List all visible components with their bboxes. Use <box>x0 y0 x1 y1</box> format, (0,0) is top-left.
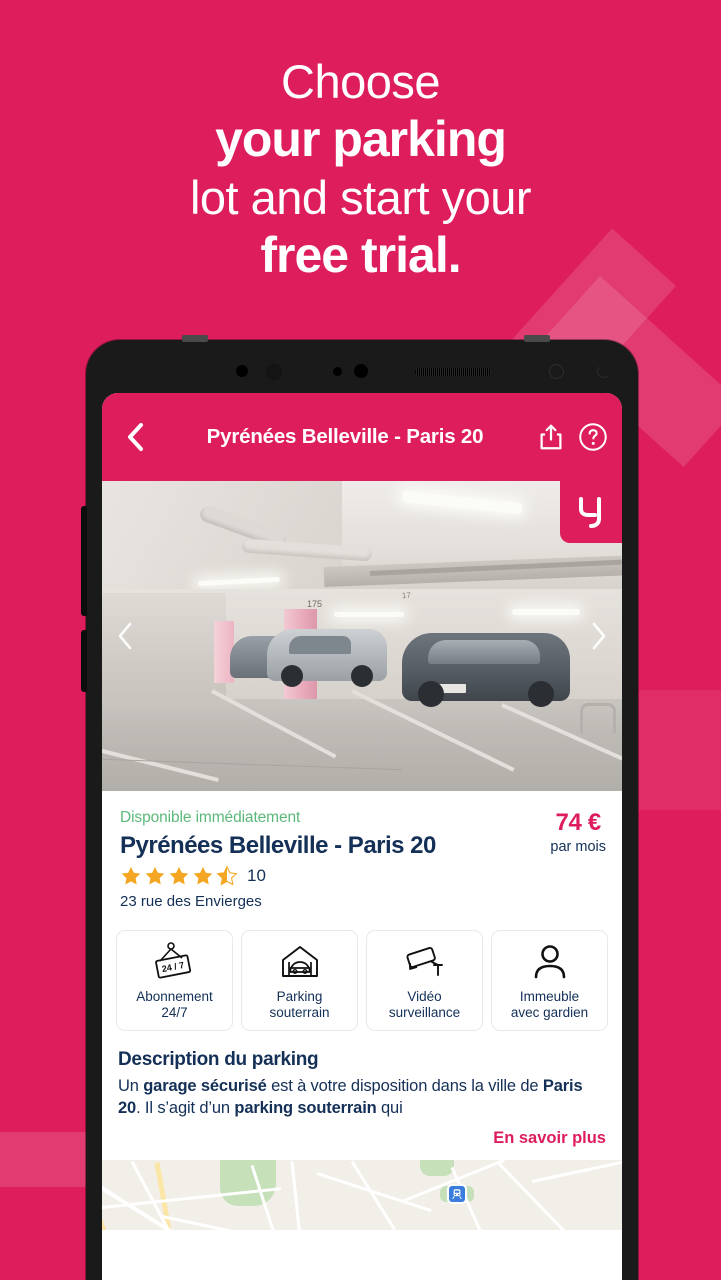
sensor-icon <box>266 364 282 380</box>
feature-label: Vidéo surveillance <box>389 989 460 1021</box>
app-bar: Pyrénées Belleville - Paris 20 <box>102 393 622 481</box>
star-full-icon <box>121 866 141 885</box>
feature-label: Parking souterrain <box>269 989 329 1021</box>
star-full-icon <box>145 866 165 885</box>
feature-label-line2: 24/7 <box>161 1004 188 1020</box>
listing-address: 23 rue des Envierges <box>120 893 262 910</box>
front-camera-icon <box>236 365 248 377</box>
read-more-link[interactable]: En savoir plus <box>102 1119 622 1148</box>
headline-line-3: lot and start your <box>189 170 532 224</box>
star-half-icon <box>216 865 238 886</box>
description-text: Un garage sécurisé est à votre dispositi… <box>118 1075 606 1119</box>
feature-card-cctv[interactable]: Vidéo surveillance <box>366 930 483 1031</box>
headline-line-4: free trial. <box>260 227 461 284</box>
feature-label-line2: surveillance <box>388 1004 461 1020</box>
feature-list: 24 / 7 Abonnement 24/7 Parking souterrai… <box>102 914 622 1031</box>
feature-label: Immeuble avec gardien <box>511 989 588 1021</box>
share-icon[interactable] <box>536 422 566 452</box>
photo-carousel[interactable]: 175 17 <box>102 481 622 791</box>
feature-label-line1: Vidéo <box>407 989 442 1004</box>
price-block: 74 € par mois <box>550 809 606 855</box>
description-fragment: qui <box>376 1098 403 1117</box>
page-title: Pyrénées Belleville - Paris 20 <box>206 425 484 448</box>
location-map[interactable] <box>102 1160 622 1231</box>
description-bold-type: parking souterrain <box>234 1098 377 1117</box>
metro-station-icon[interactable] <box>447 1184 467 1205</box>
phone-mockup: Pyrénées Belleville - Paris 20 175 17 Di… <box>81 335 638 1280</box>
listing-title: Pyrénées Belleville - Paris 20 <box>120 832 436 859</box>
garage-photo: 175 17 <box>102 481 622 791</box>
background-band-left <box>0 1132 96 1187</box>
promo-screenshot: Choose your parking lot and start your f… <box>0 0 721 1280</box>
review-count: 10 <box>247 866 266 885</box>
rating: 10 <box>120 865 604 887</box>
phone-top-bezel <box>86 340 638 393</box>
map-park-area <box>420 1160 454 1177</box>
train-glyph-icon <box>452 1189 462 1200</box>
parked-car <box>267 629 387 687</box>
chevron-left-icon <box>118 622 132 650</box>
notification-led-icon <box>597 365 610 378</box>
feature-label: Abonnement 24/7 <box>136 989 213 1021</box>
pillar-number: 175 <box>307 599 323 609</box>
feature-label-line1: Abonnement <box>136 989 213 1004</box>
light-sensor-icon <box>354 364 368 378</box>
back-button[interactable] <box>116 415 154 459</box>
feature-label-line2: avec gardien <box>510 1004 589 1020</box>
carousel-next-button[interactable] <box>582 616 616 656</box>
svg-text:24 / 7: 24 / 7 <box>160 960 184 974</box>
availability-status: Disponible immédiatement <box>120 809 301 826</box>
description-fragment: . Il s’agit d’un <box>136 1098 235 1117</box>
description-bold-garage: garage sécurisé <box>143 1076 267 1095</box>
earpiece-speaker <box>415 368 491 376</box>
led-indicator-icon <box>549 364 564 379</box>
feature-label-line2: souterrain <box>269 1004 330 1020</box>
listing-info: Disponible immédiatement Pyrénées Bellev… <box>102 791 622 914</box>
background-band-right <box>639 690 721 810</box>
phone-power-button[interactable] <box>81 630 87 692</box>
chevron-right-icon <box>592 622 606 650</box>
feature-label-line1: Immeuble <box>519 989 580 1004</box>
app-bar-actions <box>536 422 608 452</box>
cctv-camera-icon <box>402 941 448 983</box>
feature-card-caretaker[interactable]: Immeuble avec gardien <box>491 930 608 1031</box>
chevron-left-icon <box>128 423 143 451</box>
promo-headline: Choose your parking lot and start your f… <box>0 55 721 284</box>
sign-24-7-icon: 24 / 7 <box>152 941 198 983</box>
price-period: par mois <box>550 839 606 855</box>
garage-icon <box>278 941 322 983</box>
description-heading: Description du parking <box>118 1048 319 1070</box>
parked-car <box>402 633 570 707</box>
feature-label-line1: Parking <box>276 989 323 1004</box>
headline-line-2: your parking <box>215 111 507 168</box>
phone-volume-button[interactable] <box>81 506 87 616</box>
star-full-icon <box>193 866 213 885</box>
feature-card-subscription[interactable]: 24 / 7 Abonnement 24/7 <box>116 930 233 1031</box>
map-park-area <box>220 1160 276 1207</box>
person-icon <box>530 941 570 983</box>
yespark-logo-icon <box>579 497 601 528</box>
description-fragment: est à votre disposition dans la ville de <box>266 1076 543 1095</box>
pillar-number-side: 17 <box>401 590 412 601</box>
help-icon[interactable] <box>578 422 608 452</box>
proximity-sensor-icon <box>333 367 342 376</box>
headline-line-1: Choose <box>281 55 441 108</box>
description-fragment: Un <box>118 1076 144 1095</box>
star-full-icon <box>169 866 189 885</box>
description-section: Description du parking Un garage sécuris… <box>102 1031 622 1119</box>
brand-logo-badge <box>560 481 622 543</box>
feature-card-underground[interactable]: Parking souterrain <box>241 930 358 1031</box>
price-amount: 74 € <box>555 809 601 836</box>
phone-screen: Pyrénées Belleville - Paris 20 175 17 Di… <box>102 393 622 1280</box>
carousel-prev-button[interactable] <box>108 616 142 656</box>
